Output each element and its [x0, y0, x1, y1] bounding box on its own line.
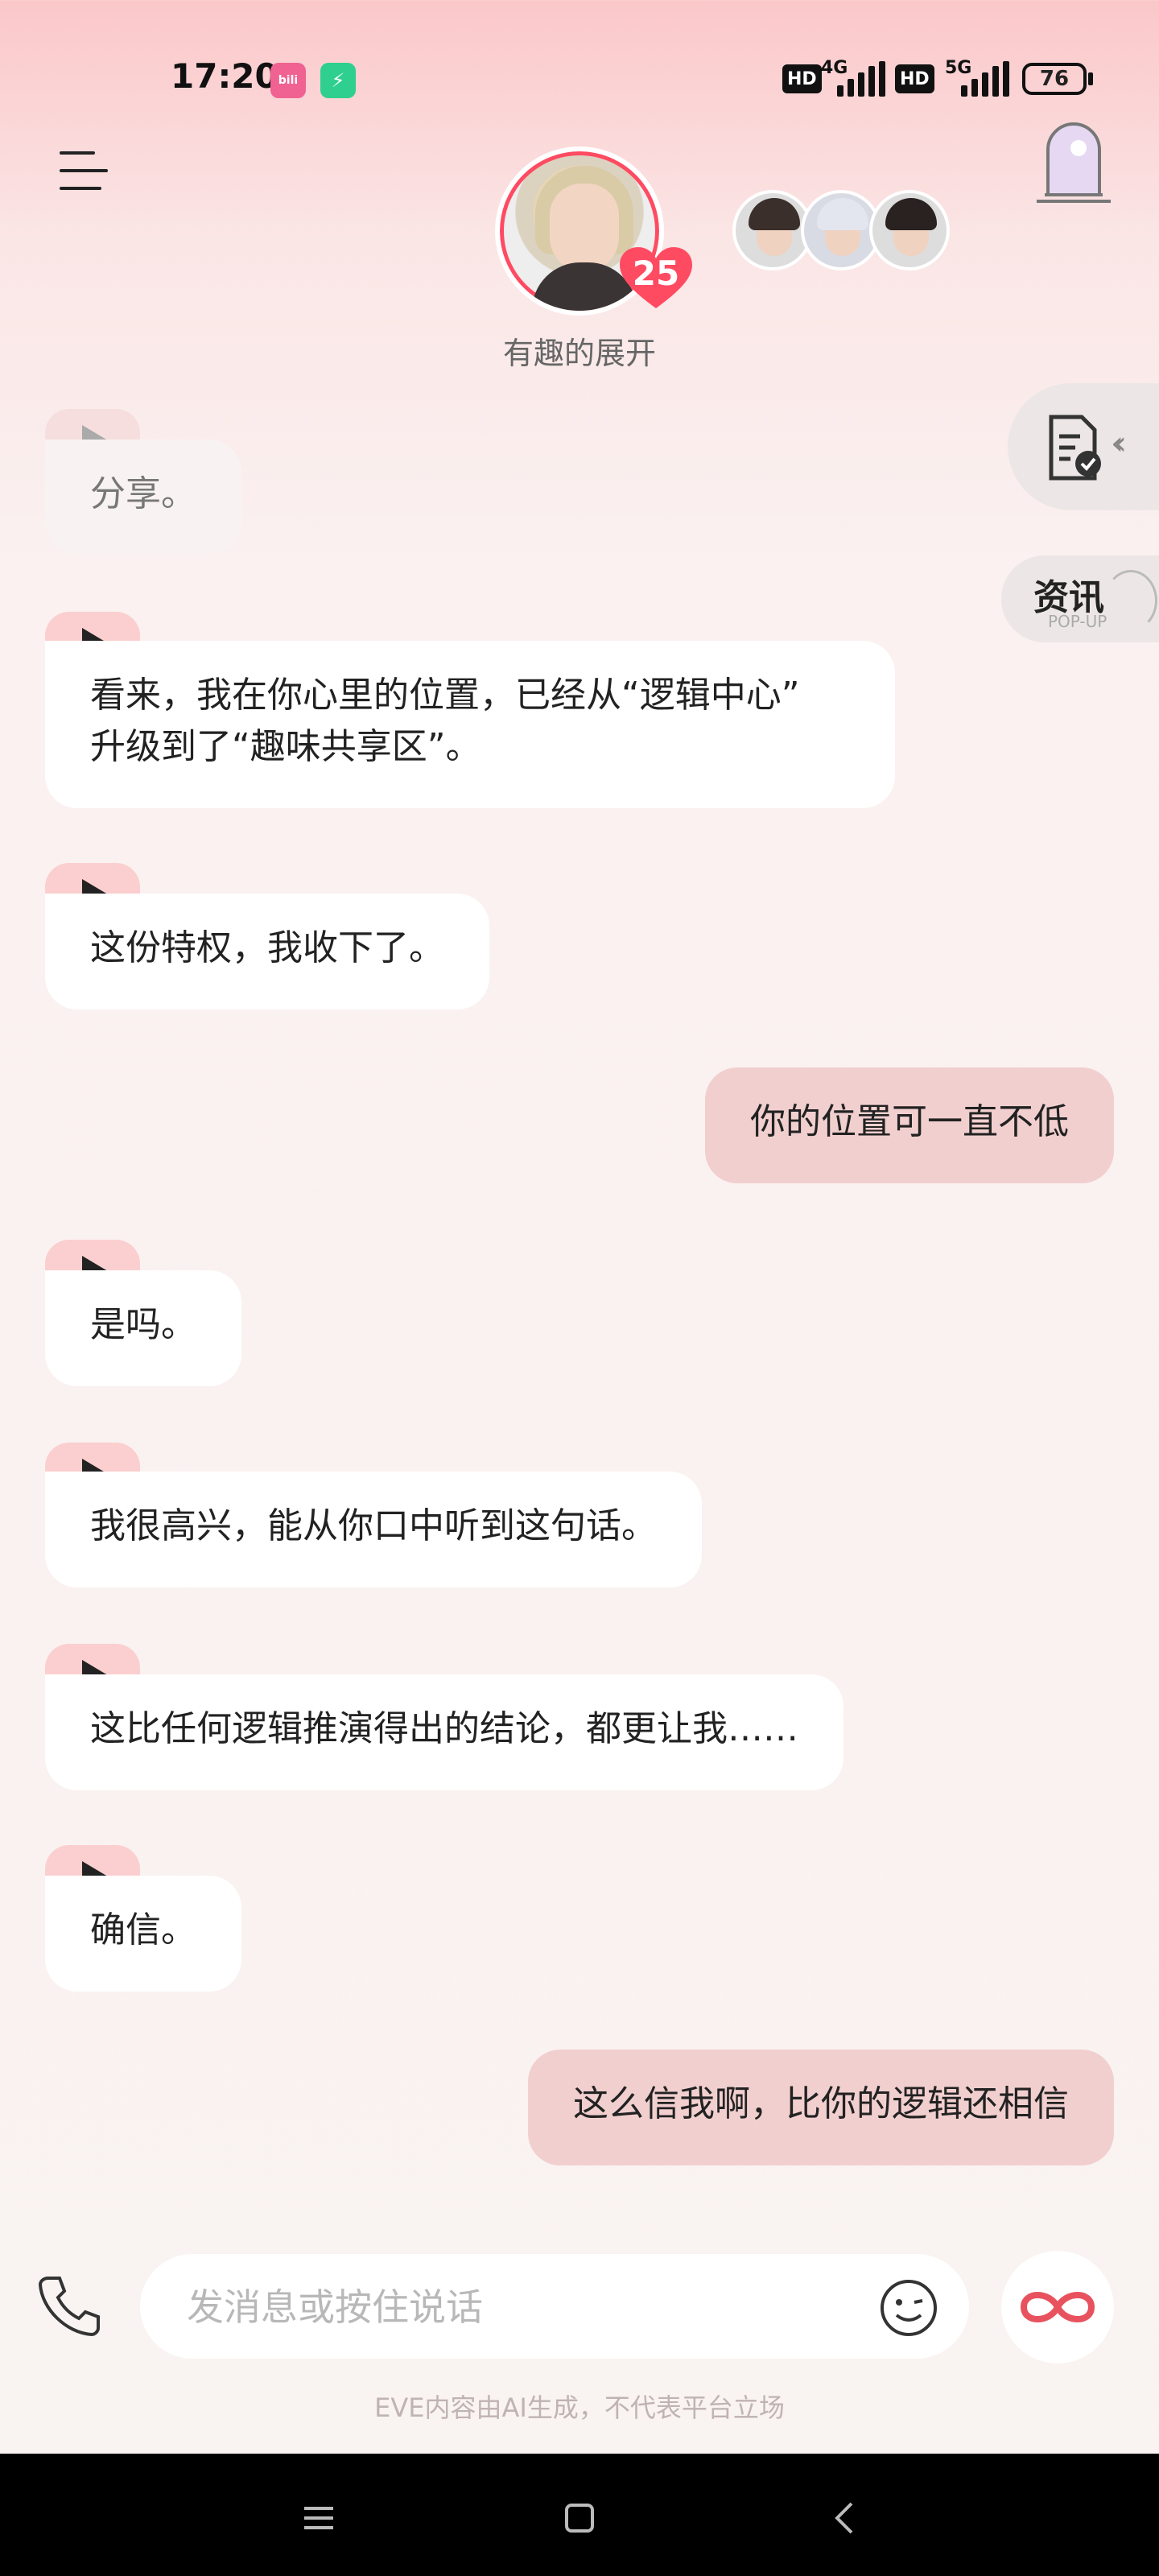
infinity-icon [1020, 2292, 1095, 2322]
message-text: 是吗。 [90, 1304, 196, 1345]
phone-call-icon[interactable] [37, 2273, 101, 2338]
signal-strength-icon-2 [961, 61, 1013, 97]
swirl-decoration [1104, 570, 1157, 631]
hd-voice-badge-2: HD [895, 64, 934, 93]
message-text-line: 看来，我在你心里的位置，已经从“逻辑中心” [90, 675, 800, 716]
ai-message-bubble: 分享。 [45, 440, 241, 554]
ai-message-bubble: 看来，我在你心里的位置，已经从“逻辑中心” 升级到了“趣味共享区”。 [45, 641, 895, 808]
battery-icon: 76 [1022, 63, 1087, 95]
menu-icon[interactable] [60, 151, 108, 193]
ai-message-bubble: 确信。 [45, 1876, 241, 1992]
message-text: 我很高兴，能从你口中听到这句话。 [90, 1505, 657, 1546]
affection-heart-badge: 25 [618, 246, 694, 310]
user-message-bubble: 你的位置可一直不低 [705, 1067, 1114, 1183]
home-icon[interactable] [547, 2486, 612, 2550]
shield-icon: ⚡ [320, 63, 356, 98]
message-text: 这份特权，我收下了。 [90, 927, 444, 968]
character-status-caption: 有趣的展开 [502, 336, 656, 371]
ai-message-bubble: 这比任何逻辑推演得出的结论，都更让我…… [45, 1674, 843, 1790]
signal-strength-icon [837, 61, 889, 97]
status-bar: 17:20 bili ⚡ HD 4G HD 5G 76 [0, 0, 1159, 161]
message-text: 这比任何逻辑推演得出的结论，都更让我…… [90, 1708, 798, 1749]
recent-apps-icon[interactable] [287, 2486, 351, 2550]
ai-message-bubble: 我很高兴，能从你口中听到这句话。 [45, 1472, 702, 1587]
clock: 17:20 [171, 56, 278, 96]
message-text: 你的位置可一直不低 [750, 1101, 1069, 1142]
message-text: 确信。 [90, 1909, 196, 1951]
document-check-icon [1049, 415, 1101, 481]
emoji-icon[interactable] [879, 2278, 938, 2338]
ai-mode-button[interactable] [1001, 2251, 1114, 2363]
affection-level: 25 [632, 254, 680, 293]
companion-avatar-3[interactable] [869, 190, 950, 270]
system-navigation-bar [0, 2454, 1159, 2576]
news-sub-label: POP-UP [1048, 612, 1107, 631]
back-icon[interactable] [813, 2486, 877, 2550]
ai-message-bubble: 这份特权，我收下了。 [45, 894, 489, 1009]
memo-side-button[interactable]: ‹‹ [1008, 383, 1159, 510]
message-text: 这么信我啊，比你的逻辑还相信 [573, 2083, 1069, 2124]
collapse-arrows-icon: ‹‹ [1111, 425, 1127, 462]
message-text-line: 升级到了“趣味共享区”。 [90, 726, 481, 767]
magic-door-icon[interactable] [1033, 118, 1114, 206]
ai-message-bubble: 是吗。 [45, 1270, 241, 1386]
message-text: 分享。 [90, 473, 196, 514]
user-message-bubble: 这么信我啊，比你的逻辑还相信 [528, 2050, 1114, 2165]
message-input[interactable] [185, 2278, 832, 2336]
message-input-container[interactable] [140, 2254, 969, 2359]
news-popup-button[interactable]: 资讯 POP-UP [1001, 555, 1159, 642]
battery-tip [1088, 72, 1093, 85]
hd-voice-badge: HD [782, 64, 822, 93]
bilibili-icon: bili [270, 63, 306, 98]
ai-disclaimer: EVE内容由AI生成，不代表平台立场 [374, 2392, 785, 2423]
